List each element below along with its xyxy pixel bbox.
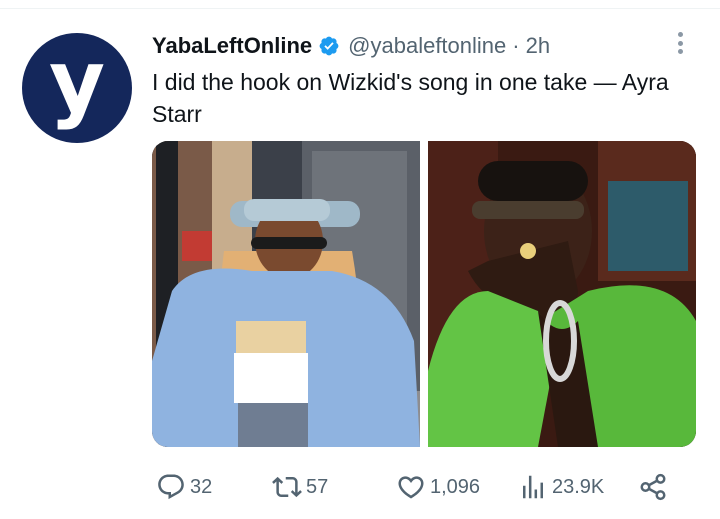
more-vertical-icon[interactable]	[670, 30, 690, 56]
heart-icon	[398, 476, 424, 499]
top-divider	[0, 8, 720, 9]
retweet-icon	[272, 476, 302, 498]
more-dot	[677, 40, 683, 46]
ayra-starr-illustration	[152, 141, 420, 447]
retweet-button[interactable]: 57	[272, 470, 328, 504]
reply-count: 32	[190, 475, 213, 498]
wizkid-photo[interactable]	[428, 141, 696, 447]
speech-bubble-icon	[158, 474, 184, 500]
share-button[interactable]	[638, 470, 668, 504]
separator-dot: ·	[512, 33, 520, 58]
tweet-actions: 32 57 1,096 23.9K	[152, 470, 682, 504]
user-handle[interactable]: @yabaleftonline	[348, 33, 506, 59]
wizkid-illustration	[428, 141, 696, 447]
timestamp[interactable]: 2h	[526, 33, 550, 59]
verified-badge-icon	[318, 35, 340, 57]
like-count: 1,096	[430, 475, 481, 498]
views-button[interactable]: 23.9K	[518, 470, 604, 504]
avatar[interactable]: y	[22, 33, 132, 143]
tweet-header: YabaLeftOnline @yabaleftonline · 2h	[152, 33, 550, 59]
like-button[interactable]: 1,096	[396, 470, 480, 504]
views-count: 23.9K	[552, 475, 605, 498]
ayra-starr-photo[interactable]	[152, 141, 420, 447]
media-grid	[152, 141, 696, 447]
more-dot	[677, 49, 683, 54]
avatar-letter: y	[48, 32, 106, 132]
more-dot	[677, 32, 683, 37]
share-icon	[640, 473, 666, 501]
display-name[interactable]: YabaLeftOnline	[152, 33, 312, 59]
tweet-text: I did the hook on Wizkid's song in one t…	[152, 69, 669, 127]
bar-chart-icon	[523, 475, 543, 499]
reply-button[interactable]: 32	[156, 470, 212, 504]
retweet-count: 57	[306, 475, 329, 498]
